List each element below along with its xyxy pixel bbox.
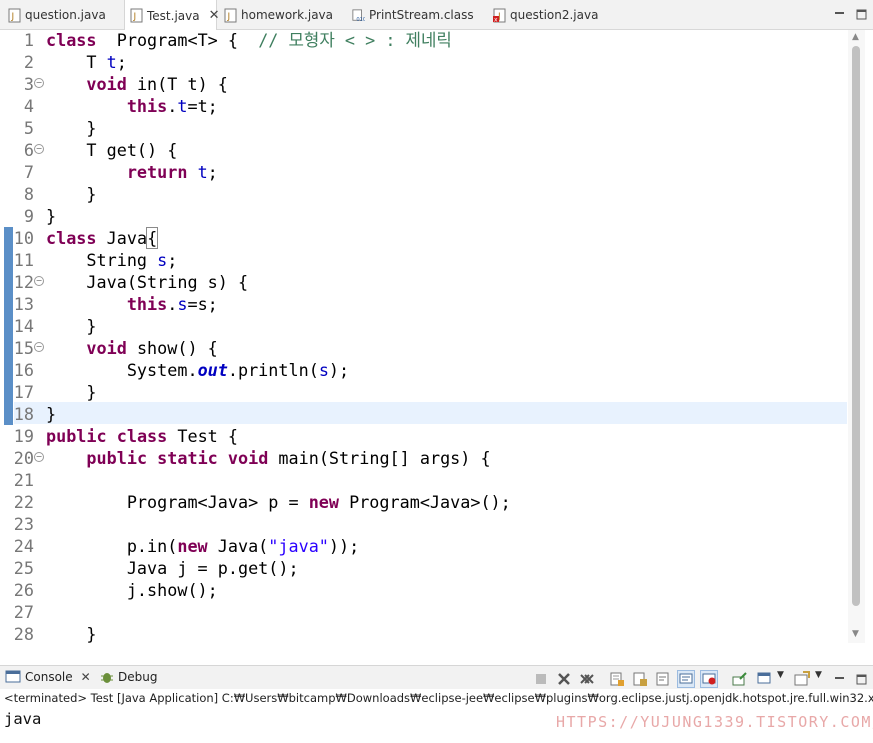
java-file-error-icon: Jx bbox=[493, 8, 506, 23]
clear-console-icon[interactable] bbox=[609, 671, 625, 687]
code-line-11: 11 String s; bbox=[13, 250, 178, 270]
code-editor[interactable]: 1 class Program<T> { // 모형자 < > : 제네릭 2 T… bbox=[0, 30, 873, 643]
code-line-5: 5 } bbox=[23, 118, 97, 138]
tab-homework-java[interactable]: J homework.java bbox=[224, 0, 333, 30]
code-line-4: 4 this.t=t; bbox=[23, 96, 218, 116]
console-output[interactable]: java bbox=[4, 710, 41, 728]
code-line-6: 6− T get() { bbox=[23, 140, 178, 160]
open-console-icon[interactable] bbox=[794, 671, 810, 687]
code-line-10: 10 class Java{ bbox=[13, 227, 159, 249]
fold-collapse-icon[interactable]: − bbox=[34, 342, 44, 352]
code-line-13: 13 this.s=s; bbox=[13, 294, 218, 314]
java-file-icon: J bbox=[8, 8, 21, 22]
string-literal: "java" bbox=[268, 536, 329, 556]
watermark: HTTPS://YUJUNG1339.TISTORY.COM/ bbox=[556, 713, 873, 731]
code-line-16: 16 System.out.println(s); bbox=[13, 360, 350, 380]
tab-test-java[interactable]: J Test.java ✕ bbox=[124, 0, 220, 31]
console-icon bbox=[5, 670, 21, 683]
code-line-3: 3− void in(T t) { bbox=[23, 74, 228, 94]
console-process-status: <terminated> Test [Java Application] C:₩… bbox=[0, 689, 873, 707]
close-tab-icon[interactable]: ✕ bbox=[209, 8, 220, 23]
tab-question2-java[interactable]: Jx question2.java bbox=[493, 0, 598, 30]
line-number: 1 bbox=[23, 30, 34, 50]
tab-label: homework.java bbox=[241, 8, 334, 22]
show-on-output-icon[interactable] bbox=[677, 670, 695, 688]
matching-bracket: { bbox=[146, 227, 159, 249]
svg-text:J: J bbox=[227, 12, 231, 22]
tab-label: question.java bbox=[25, 8, 106, 22]
tab-console[interactable]: Console ✕ bbox=[5, 670, 91, 684]
code-line-22: 22 Program<Java> p = new Program<Java>()… bbox=[13, 492, 511, 512]
code-line-8: 8 } bbox=[23, 184, 97, 204]
fold-collapse-icon[interactable]: − bbox=[34, 78, 44, 88]
code-line-27: 27 bbox=[13, 602, 34, 622]
code-line-2: 2 T t; bbox=[23, 52, 127, 72]
minimize-panel-icon[interactable] bbox=[834, 674, 845, 685]
pin-console-icon[interactable] bbox=[732, 671, 748, 687]
svg-text:010: 010 bbox=[356, 17, 365, 23]
svg-text:J: J bbox=[11, 12, 15, 22]
remove-launch-icon[interactable] bbox=[556, 671, 572, 687]
show-on-error-icon[interactable] bbox=[700, 670, 718, 688]
editor-tab-bar: J question.java J Test.java ✕ J homework… bbox=[0, 0, 873, 31]
minimize-icon[interactable] bbox=[834, 9, 845, 20]
java-file-icon: J bbox=[130, 8, 143, 23]
comment: // 모형자 < > : 제네릭 bbox=[258, 30, 452, 50]
class-file-icon: 010 bbox=[352, 8, 365, 23]
tab-question-java[interactable]: J question.java bbox=[8, 0, 106, 30]
svg-text:J: J bbox=[133, 12, 137, 22]
editor-vertical-scrollbar[interactable]: ▲ ▼ bbox=[848, 30, 865, 643]
maximize-panel-icon[interactable] bbox=[856, 674, 867, 685]
scrollbar-thumb[interactable] bbox=[852, 46, 860, 606]
scroll-up-arrow-icon[interactable]: ▲ bbox=[852, 32, 859, 42]
word-wrap-icon[interactable] bbox=[655, 671, 671, 687]
code-line-18: 18} bbox=[13, 404, 57, 424]
code-line-19: 19 public class Test { bbox=[13, 426, 238, 446]
code-line-15: 15− void show() { bbox=[13, 338, 218, 358]
scroll-lock-icon[interactable] bbox=[632, 671, 648, 687]
tab-label: Test.java bbox=[147, 8, 200, 23]
debug-bug-icon bbox=[101, 673, 113, 683]
code-line-24: 24 p.in(new Java("java")); bbox=[13, 536, 360, 556]
fold-collapse-icon[interactable]: − bbox=[34, 276, 44, 286]
code-line-7: 7 return t; bbox=[23, 162, 218, 182]
fold-collapse-icon[interactable]: − bbox=[34, 144, 44, 154]
code-line-1: 1 class Program<T> { // 모형자 < > : 제네릭 bbox=[0, 30, 848, 51]
display-console-dropdown-icon[interactable]: ▼ bbox=[777, 670, 784, 680]
code-line-17: 17 } bbox=[13, 382, 97, 402]
code-line-23: 23 bbox=[13, 514, 34, 534]
code-line-28: 28 } bbox=[13, 624, 97, 643]
console-panel-tab-bar: Console ✕ Debug ▼ ▼ bbox=[0, 665, 873, 689]
code-line-21: 21 bbox=[13, 470, 34, 490]
terminate-icon[interactable] bbox=[533, 671, 549, 687]
close-console-icon[interactable]: ✕ bbox=[81, 670, 91, 684]
code-line-14: 14 } bbox=[13, 316, 97, 336]
remove-all-icon[interactable] bbox=[579, 671, 595, 687]
code-line-26: 26 j.show(); bbox=[13, 580, 218, 600]
tab-label: question2.java bbox=[510, 8, 599, 22]
code-line-12: 12− Java(String s) { bbox=[13, 272, 249, 292]
open-console-dropdown-icon[interactable]: ▼ bbox=[815, 670, 822, 680]
svg-text:x: x bbox=[494, 16, 498, 23]
fold-collapse-icon[interactable]: − bbox=[34, 452, 44, 462]
maximize-icon[interactable] bbox=[856, 9, 867, 20]
code-line-20: 20− public static void main(String[] arg… bbox=[13, 448, 491, 468]
tab-printstream-class[interactable]: 010 PrintStream.class bbox=[352, 0, 474, 30]
tab-debug[interactable]: Debug bbox=[100, 670, 157, 684]
scroll-down-arrow-icon[interactable]: ▼ bbox=[852, 629, 859, 639]
code-line-9: 9} bbox=[23, 206, 57, 226]
tab-label: PrintStream.class bbox=[369, 8, 474, 22]
java-file-icon: J bbox=[224, 8, 237, 22]
code-line-25: 25 Java j = p.get(); bbox=[13, 558, 299, 578]
display-console-icon[interactable] bbox=[757, 671, 773, 687]
